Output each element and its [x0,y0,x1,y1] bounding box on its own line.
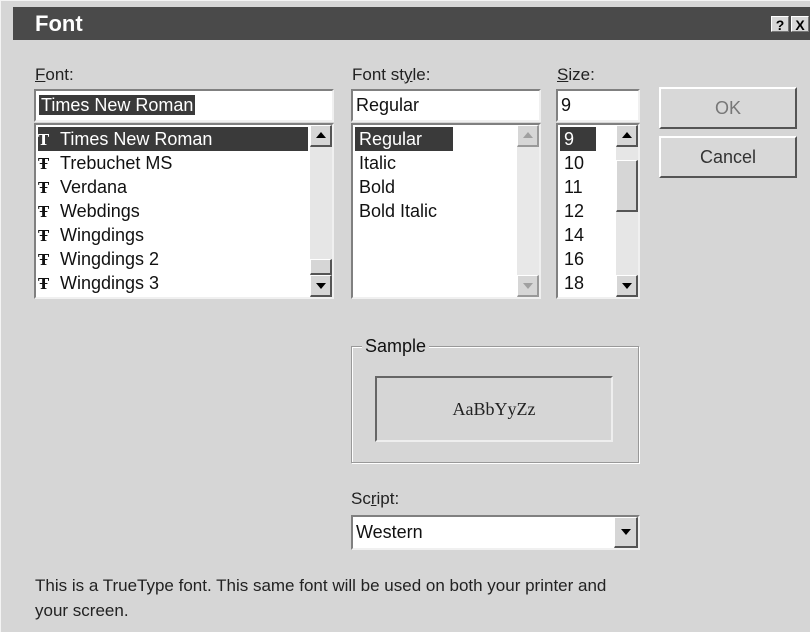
font-label: Font: [35,65,74,84]
truetype-icon: Ŧ [38,227,50,245]
font-item-verdana[interactable]: Ŧ Verdana [38,175,127,199]
font-item-wingdings-3[interactable]: Ŧ Wingdings 3 [38,271,159,295]
font-dialog: Font ? X Font: Font style: Size: Times N… [0,0,810,632]
font-style-list[interactable]: Regular Italic Bold Bold Italic [351,123,541,299]
size-item-9[interactable]: 9 [560,127,596,151]
font-item-times-new-roman[interactable]: T Times New Roman [38,127,308,151]
size-value: 9 [561,95,572,115]
font-item-webdings[interactable]: Ŧ Webdings [38,199,140,223]
size-item-14[interactable]: 14 [560,223,584,247]
font-scroll-up-button[interactable] [310,125,332,147]
help-button[interactable]: ? [771,16,789,33]
style-scroll-down-button[interactable] [517,275,539,297]
truetype-icon: Ŧ [38,203,50,221]
font-description: This is a TrueType font. This same font … [35,576,607,620]
close-button[interactable]: X [791,16,809,33]
style-item-italic[interactable]: Italic [355,151,396,175]
style-item-regular[interactable]: Regular [355,127,453,151]
cancel-button[interactable]: Cancel [659,136,797,178]
size-item-11[interactable]: 11 [560,175,583,199]
size-list-scrollbar[interactable] [616,125,638,297]
truetype-icon: Ŧ [38,155,50,173]
script-value: Western [356,522,423,542]
size-list[interactable]: 9 10 11 12 14 16 18 [556,123,640,299]
truetype-icon: Ŧ [38,251,50,269]
style-scroll-up-button[interactable] [517,125,539,147]
font-style-value: Regular [356,95,420,115]
font-item-wingdings[interactable]: Ŧ Wingdings [38,223,144,247]
font-list[interactable]: T Times New Roman Ŧ Trebuchet MS Ŧ Verdana … [34,123,334,299]
arrow-down-icon [316,283,326,289]
style-item-bold[interactable]: Bold [355,175,395,199]
size-input[interactable]: 9 [556,89,640,122]
arrow-down-icon [523,283,533,289]
font-item-wingdings-2[interactable]: Ŧ Wingdings 2 [38,247,159,271]
size-scroll-down-button[interactable] [616,275,638,297]
font-style-label: Font style: [352,65,431,84]
size-item-18[interactable]: 18 [560,271,584,295]
size-scroll-thumb[interactable] [616,160,638,212]
arrow-up-icon [622,132,632,138]
arrow-down-icon [622,283,632,289]
font-scroll-down-button[interactable] [310,275,332,297]
size-item-16[interactable]: 16 [560,247,584,271]
arrow-up-icon [523,132,533,138]
truetype-icon: Ŧ [38,275,50,293]
size-label: Size: [557,65,595,84]
font-name-input[interactable]: Times New Roman [34,89,334,122]
style-item-bold-italic[interactable]: Bold Italic [355,199,437,223]
script-dropdown-button[interactable] [614,517,638,548]
font-style-input[interactable]: Regular [351,89,541,122]
arrow-up-icon [316,132,326,138]
font-scroll-thumb[interactable] [310,259,332,275]
sample-preview: AaBbYyZz [375,376,613,442]
font-name-value: Times New Roman [39,95,196,115]
title-bar[interactable]: Font ? X [13,7,810,40]
ok-button[interactable]: OK [659,87,797,129]
size-item-12[interactable]: 12 [560,199,584,223]
style-list-scrollbar[interactable] [517,125,539,297]
size-scroll-up-button[interactable] [616,125,638,147]
sample-title: Sample [362,336,430,357]
script-select[interactable]: Western [351,515,640,550]
truetype-icon: T [38,131,50,149]
script-label: Script: [351,489,400,508]
truetype-icon: Ŧ [38,179,50,197]
font-list-scrollbar[interactable] [310,125,332,297]
window-title: Font [35,11,83,36]
chevron-down-icon [621,529,631,535]
font-item-trebuchet-ms[interactable]: Ŧ Trebuchet MS [38,151,172,175]
size-item-10[interactable]: 10 [560,151,584,175]
